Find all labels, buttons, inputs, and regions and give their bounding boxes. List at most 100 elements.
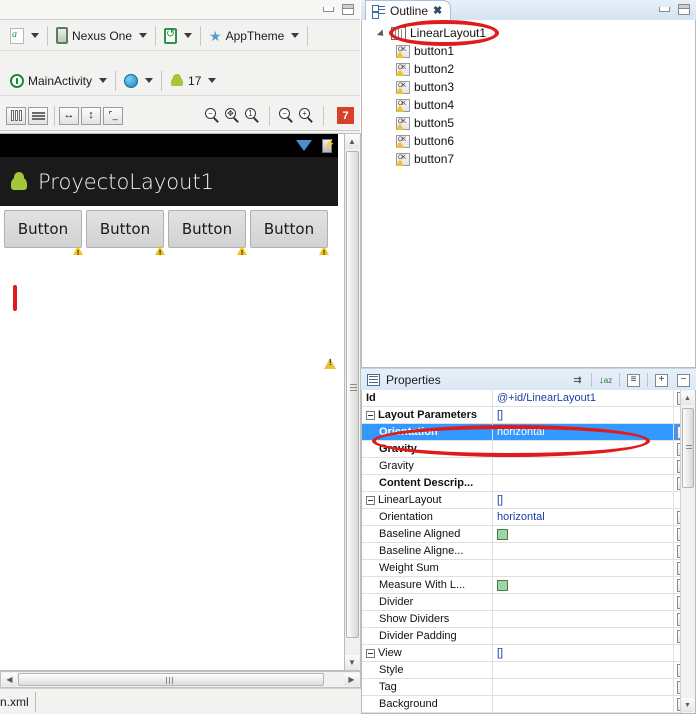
property-value[interactable]: [493, 679, 673, 695]
maximize-icon[interactable]: [678, 4, 690, 15]
property-value[interactable]: []: [493, 645, 673, 661]
property-row[interactable]: Id@+id/LinearLayout1•••: [362, 390, 695, 407]
property-row[interactable]: LinearLayout []: [362, 492, 695, 509]
chevron-down-icon[interactable]: [145, 78, 154, 83]
chevron-down-icon[interactable]: [208, 78, 217, 83]
api-level-dropdown[interactable]: 17: [166, 69, 220, 93]
device-dropdown[interactable]: Nexus One: [52, 24, 151, 48]
property-value[interactable]: [493, 611, 673, 627]
minus-icon[interactable]: −: [279, 108, 294, 123]
tab-outline[interactable]: Outline ✖: [365, 0, 452, 20]
baseline-icon[interactable]: ⌜_: [103, 106, 123, 125]
property-value[interactable]: [493, 475, 673, 491]
scroll-down-icon[interactable]: ▼: [345, 655, 359, 670]
close-icon[interactable]: ✖: [433, 4, 442, 17]
tree-item-button2[interactable]: button2: [362, 60, 695, 78]
scroll-down-icon[interactable]: ▼: [681, 698, 694, 712]
scrollbar-thumb[interactable]: [682, 408, 694, 488]
scrollbar-thumb[interactable]: [18, 673, 324, 686]
tree-item-linearlayout1[interactable]: LinearLayout1: [362, 24, 695, 42]
scroll-left-icon[interactable]: ◀: [2, 673, 17, 686]
property-value[interactable]: horizontal: [493, 424, 673, 440]
scroll-up-icon[interactable]: ▲: [345, 134, 359, 149]
preview-button[interactable]: Button: [4, 210, 83, 257]
property-value[interactable]: []: [493, 492, 673, 508]
activity-dropdown[interactable]: MainActivity: [6, 69, 111, 93]
arrow-vertical-icon[interactable]: ↕: [81, 106, 101, 125]
property-value[interactable]: [493, 696, 673, 712]
preview-button[interactable]: Button: [168, 210, 247, 257]
properties-table[interactable]: Id@+id/LinearLayout1•••Layout Parameters…: [361, 390, 696, 714]
property-row[interactable]: Background•••: [362, 696, 695, 713]
maximize-icon[interactable]: [342, 4, 354, 15]
chevron-down-icon[interactable]: [184, 33, 193, 38]
chevron-down-icon[interactable]: [378, 29, 387, 38]
canvas-warning-icon[interactable]: [324, 356, 338, 369]
locale-dropdown[interactable]: [120, 69, 157, 93]
properties-vertical-scrollbar[interactable]: ▲ ▼: [680, 390, 695, 713]
property-row[interactable]: Baseline Aligned•••: [362, 526, 695, 543]
default-properties-icon[interactable]: ≡: [625, 372, 642, 388]
tree-item-button6[interactable]: button6: [362, 132, 695, 150]
property-value[interactable]: [493, 441, 673, 457]
property-value[interactable]: @+id/LinearLayout1: [493, 390, 673, 406]
chevron-down-icon[interactable]: [99, 78, 108, 83]
minimize-icon[interactable]: [323, 7, 334, 12]
tree-item-button4[interactable]: button4: [362, 96, 695, 114]
property-value[interactable]: [493, 594, 673, 610]
show-advanced-icon[interactable]: ⇉: [569, 372, 586, 388]
scrollbar-thumb[interactable]: [346, 151, 359, 638]
property-row[interactable]: Content Descrip...•••: [362, 475, 695, 492]
property-row[interactable]: Weight Sum•••: [362, 560, 695, 577]
layout-preview-canvas[interactable]: ProyectoLayout1 Button Button Button: [0, 133, 345, 671]
tree-item-button1[interactable]: button1: [362, 42, 695, 60]
scroll-right-icon[interactable]: ▶: [344, 673, 359, 686]
property-value[interactable]: [493, 577, 673, 593]
config-dropdown[interactable]: [6, 24, 43, 48]
property-row[interactable]: Show Dividers•••: [362, 611, 695, 628]
outline-tree[interactable]: LinearLayout1 button1 button2 button3 bu…: [361, 20, 696, 368]
sort-alphabetical-icon[interactable]: ↓ a z: [597, 372, 614, 388]
collapse-all-icon[interactable]: −: [675, 372, 692, 388]
property-value[interactable]: [493, 543, 673, 559]
property-value[interactable]: [493, 628, 673, 644]
property-value[interactable]: [493, 662, 673, 678]
property-row[interactable]: Orientationhorizontal•••: [362, 424, 695, 441]
property-value[interactable]: [493, 560, 673, 576]
collapse-icon[interactable]: [366, 648, 375, 658]
property-row[interactable]: Gravity•••: [362, 458, 695, 475]
property-value[interactable]: []: [493, 407, 673, 423]
minimize-icon[interactable]: [659, 7, 670, 12]
canvas-horizontal-scrollbar[interactable]: ◀ ▶: [0, 671, 361, 688]
zoom-out-icon[interactable]: −: [205, 108, 220, 123]
property-row[interactable]: Baseline Aligne...•••: [362, 543, 695, 560]
tree-item-button5[interactable]: button5: [362, 114, 695, 132]
property-row[interactable]: Orientationhorizontal•••: [362, 509, 695, 526]
property-row[interactable]: Layout Parameters []: [362, 407, 695, 424]
theme-dropdown[interactable]: ★ AppTheme: [205, 24, 303, 48]
collapse-icon[interactable]: [366, 410, 375, 420]
property-value[interactable]: horizontal: [493, 509, 673, 525]
property-row[interactable]: Divider Padding•••: [362, 628, 695, 645]
plus-icon[interactable]: +: [299, 108, 314, 123]
editor-file-tab[interactable]: n.xml: [0, 691, 36, 712]
expand-all-icon[interactable]: +: [653, 372, 670, 388]
checkbox-icon[interactable]: [497, 579, 508, 591]
tree-item-button7[interactable]: button7: [362, 150, 695, 168]
property-row[interactable]: Tag•••: [362, 679, 695, 696]
tree-item-button3[interactable]: button3: [362, 78, 695, 96]
chevron-down-icon[interactable]: [31, 33, 39, 38]
rows-icon[interactable]: [28, 106, 48, 125]
zoom-actual-icon[interactable]: 1: [245, 108, 260, 123]
chevron-down-icon[interactable]: [139, 33, 148, 38]
property-row[interactable]: Gravity•••: [362, 441, 695, 458]
property-row[interactable]: View []: [362, 645, 695, 662]
collapse-icon[interactable]: [366, 495, 375, 505]
property-row[interactable]: Measure With L...•••: [362, 577, 695, 594]
property-row[interactable]: Style•••: [362, 662, 695, 679]
preview-button[interactable]: Button: [250, 210, 329, 257]
scroll-up-icon[interactable]: ▲: [681, 391, 694, 405]
property-row[interactable]: Divider•••: [362, 594, 695, 611]
columns-icon[interactable]: [6, 106, 26, 125]
checkbox-icon[interactable]: [497, 528, 508, 540]
